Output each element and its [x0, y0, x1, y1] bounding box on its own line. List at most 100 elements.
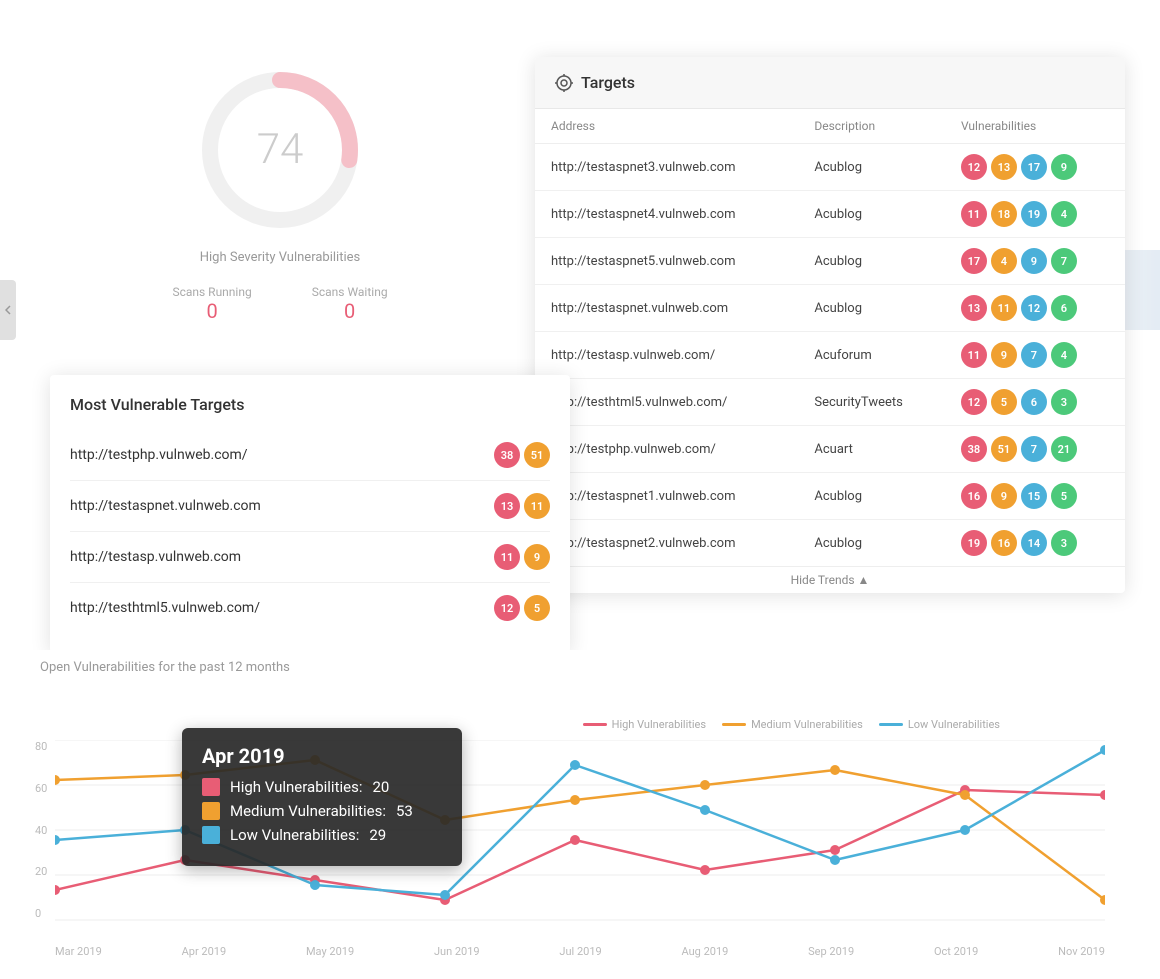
mvt-url: http://testaspnet.vulnweb.com [70, 498, 261, 514]
donut-chart: 74 [190, 60, 370, 240]
table-row[interactable]: http://testphp.vulnweb.com/ Acuart 38517… [535, 426, 1125, 473]
target-desc: Acublog [798, 144, 945, 191]
tooltip-high-swatch [202, 778, 220, 796]
x-label: Apr 2019 [182, 945, 227, 958]
stats-row: Scans Running 0 Scans Waiting 0 [130, 285, 430, 323]
vuln-badge: 16 [991, 530, 1017, 556]
y-label: 0 [35, 907, 47, 920]
donut-center: 74 [257, 129, 304, 171]
scans-running-value: 0 [172, 299, 251, 323]
vuln-badge: 16 [961, 483, 987, 509]
target-address: http://testphp.vulnweb.com/ [535, 426, 798, 473]
x-label: Nov 2019 [1058, 945, 1105, 958]
table-row[interactable]: http://testasp.vulnweb.com/ Acuforum 119… [535, 332, 1125, 379]
col-description: Description [798, 109, 945, 144]
vuln-badge-high: 38 [494, 442, 520, 468]
target-address: http://testaspnet2.vulnweb.com [535, 520, 798, 567]
col-vulnerabilities: Vulnerabilities [945, 109, 1125, 144]
tooltip-high-row: High Vulnerabilities: 20 [202, 778, 442, 796]
target-desc: Acublog [798, 191, 945, 238]
donut-number: 74 [257, 129, 304, 171]
mvt-badges: 38 51 [494, 442, 550, 468]
vuln-badge: 11 [961, 201, 987, 227]
donut-label: High Severity Vulnerabilities [130, 250, 430, 265]
target-address: http://testaspnet4.vulnweb.com [535, 191, 798, 238]
tooltip-medium-swatch [202, 802, 220, 820]
vuln-badge: 9 [1051, 154, 1077, 180]
vuln-badge: 11 [961, 342, 987, 368]
target-vulns: 11974 [945, 332, 1125, 379]
targets-title: Targets [581, 73, 635, 92]
col-address: Address [535, 109, 798, 144]
vuln-badge: 9 [1021, 248, 1047, 274]
y-label: 40 [35, 824, 47, 837]
target-vulns: 1311126 [945, 285, 1125, 332]
vuln-badge-medium: 5 [524, 595, 550, 621]
vuln-badge-high: 13 [494, 493, 520, 519]
mvt-badges: 12 5 [494, 595, 550, 621]
target-address: http://testasp.vulnweb.com/ [535, 332, 798, 379]
sidebar-left[interactable] [0, 280, 16, 340]
scans-running-label: Scans Running [172, 285, 251, 299]
vuln-badge: 3 [1051, 530, 1077, 556]
list-item[interactable]: http://testphp.vulnweb.com/ 38 51 [70, 430, 550, 481]
vuln-badge: 51 [991, 436, 1017, 462]
scans-waiting-value: 0 [312, 299, 388, 323]
list-item[interactable]: http://testasp.vulnweb.com 11 9 [70, 532, 550, 583]
x-label: May 2019 [306, 945, 354, 958]
target-vulns: 169155 [945, 473, 1125, 520]
legend-label: Medium Vulnerabilities [751, 718, 863, 731]
table-row[interactable]: http://testaspnet4.vulnweb.com Acublog 1… [535, 191, 1125, 238]
mvt-panel: Most Vulnerable Targets http://testphp.v… [50, 375, 570, 653]
hide-trends-button[interactable]: Hide Trends ▲ [535, 566, 1125, 593]
table-row[interactable]: http://testaspnet5.vulnweb.com Acublog 1… [535, 238, 1125, 285]
x-label: Jun 2019 [434, 945, 480, 958]
list-item[interactable]: http://testhtml5.vulnweb.com/ 12 5 [70, 583, 550, 633]
target-icon [555, 74, 573, 92]
vuln-badge: 4 [991, 248, 1017, 274]
tooltip-low-value: 29 [369, 826, 386, 844]
targets-table: Address Description Vulnerabilities http… [535, 109, 1125, 566]
vuln-badge: 17 [1021, 154, 1047, 180]
vuln-badge: 6 [1021, 389, 1047, 415]
tooltip-medium-row: Medium Vulnerabilities: 53 [202, 802, 442, 820]
tooltip-low-label: Low Vulnerabilities: [230, 826, 359, 844]
vuln-badge: 17 [961, 248, 987, 274]
table-row[interactable]: http://testhtml5.vulnweb.com/ SecurityTw… [535, 379, 1125, 426]
mvt-url: http://testphp.vulnweb.com/ [70, 447, 248, 463]
list-item[interactable]: http://testaspnet.vulnweb.com 13 11 [70, 481, 550, 532]
vuln-badge: 14 [1021, 530, 1047, 556]
target-desc: Acublog [798, 285, 945, 332]
table-row[interactable]: http://testaspnet2.vulnweb.com Acublog 1… [535, 520, 1125, 567]
target-address: http://testhtml5.vulnweb.com/ [535, 379, 798, 426]
x-label: Mar 2019 [55, 945, 102, 958]
vuln-badge: 7 [1021, 436, 1047, 462]
vuln-badge: 18 [991, 201, 1017, 227]
y-label: 60 [35, 782, 47, 795]
tooltip-low-row: Low Vulnerabilities: 29 [202, 826, 442, 844]
target-vulns: 12563 [945, 379, 1125, 426]
table-row[interactable]: http://testaspnet3.vulnweb.com Acublog 1… [535, 144, 1125, 191]
target-desc: SecurityTweets [798, 379, 945, 426]
x-label: Sep 2019 [808, 945, 854, 958]
vuln-badge: 19 [1021, 201, 1047, 227]
vuln-badge: 3 [1051, 389, 1077, 415]
scans-waiting: Scans Waiting 0 [312, 285, 388, 323]
vuln-badge-medium: 51 [524, 442, 550, 468]
vuln-badge: 5 [1051, 483, 1077, 509]
legend-label: Low Vulnerabilities [908, 718, 1000, 731]
vuln-badge: 7 [1051, 248, 1077, 274]
vuln-badge: 19 [961, 530, 987, 556]
table-row[interactable]: http://testaspnet.vulnweb.com Acublog 13… [535, 285, 1125, 332]
targets-panel: Targets Address Description Vulnerabilit… [535, 57, 1125, 593]
mvt-url: http://testasp.vulnweb.com [70, 549, 241, 565]
table-row[interactable]: http://testaspnet1.vulnweb.com Acublog 1… [535, 473, 1125, 520]
legend-line [722, 723, 746, 726]
vuln-badge-high: 12 [494, 595, 520, 621]
x-axis-labels: Mar 2019Apr 2019May 2019Jun 2019Jul 2019… [55, 945, 1105, 958]
mvt-title: Most Vulnerable Targets [70, 395, 550, 414]
y-label: 80 [35, 740, 47, 753]
vuln-badge: 38 [961, 436, 987, 462]
mvt-badges: 13 11 [494, 493, 550, 519]
vuln-badge: 12 [961, 154, 987, 180]
